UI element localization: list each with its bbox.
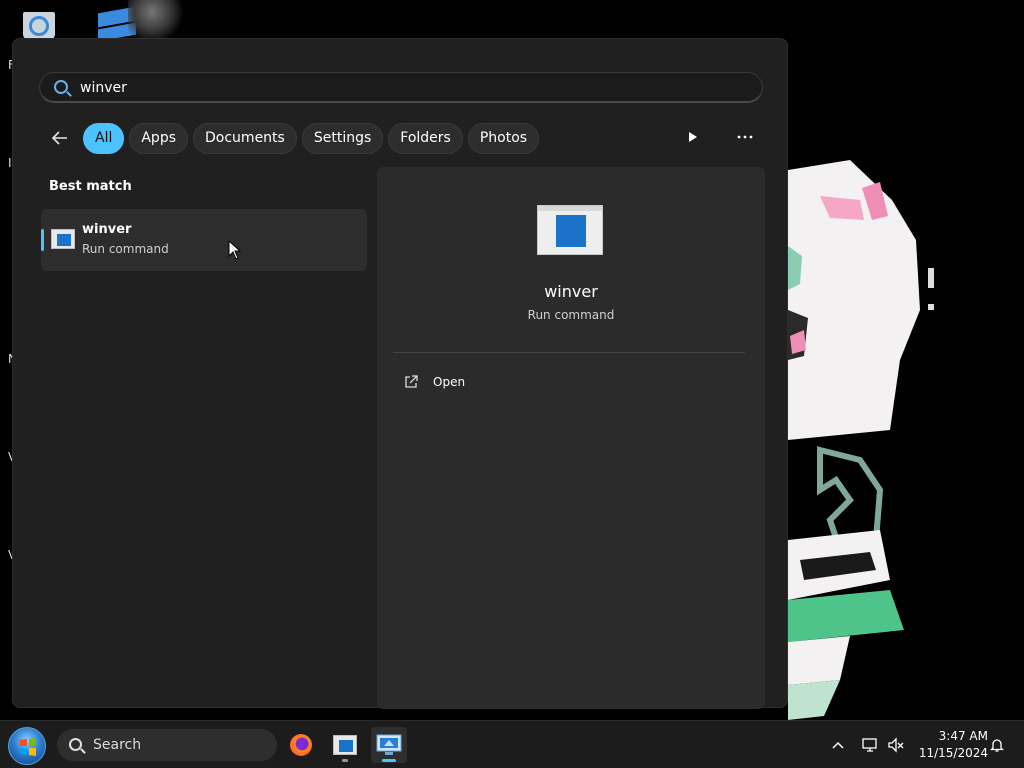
selection-indicator	[41, 229, 44, 251]
filter-bar: All Apps Documents Settings Folders Phot…	[43, 121, 544, 155]
mouse-cursor-icon	[228, 240, 242, 260]
more-options-button[interactable]	[731, 123, 759, 151]
network-icon	[862, 738, 877, 752]
running-indicator	[342, 759, 348, 762]
result-name: winver	[82, 222, 132, 237]
smoke-decoration	[128, 0, 188, 40]
firefox-icon	[290, 734, 312, 756]
result-preview-pane: winver Run command Open	[377, 167, 765, 709]
result-type: Run command	[82, 242, 169, 256]
show-hidden-icons-button[interactable]	[826, 721, 850, 768]
network-button[interactable]	[858, 721, 882, 768]
more-filters-button[interactable]	[679, 123, 707, 151]
taskbar-firefox[interactable]	[283, 727, 319, 763]
filter-chip-folders[interactable]: Folders	[388, 122, 463, 154]
preview-type: Run command	[527, 308, 615, 322]
ellipsis-icon	[737, 135, 753, 139]
chevron-up-icon	[832, 741, 844, 749]
filter-chip-documents[interactable]: Documents	[193, 122, 297, 154]
volume-muted-icon	[888, 737, 904, 753]
start-button[interactable]	[8, 727, 46, 765]
play-icon	[689, 132, 697, 142]
filter-chip-photos[interactable]: Photos	[467, 122, 540, 154]
taskbar: Search 3:47 AM 11/15/2024	[0, 720, 1024, 768]
best-match-result[interactable]: winver Run command	[41, 209, 367, 271]
winver-app-icon	[51, 229, 75, 249]
search-icon	[69, 738, 82, 751]
best-match-heading: Best match	[49, 179, 132, 194]
volume-button[interactable]	[884, 721, 908, 768]
taskbar-search-label: Search	[93, 737, 142, 753]
clock-date: 11/15/2024	[918, 746, 988, 760]
open-external-icon	[405, 375, 418, 388]
desktop-icon-label: I	[8, 156, 12, 170]
winver-app-icon	[333, 735, 357, 755]
active-indicator	[382, 759, 396, 762]
search-input[interactable]	[80, 77, 740, 99]
clock-time: 3:47 AM	[938, 729, 988, 743]
filter-chip-apps[interactable]: Apps	[129, 122, 189, 154]
search-box[interactable]	[39, 72, 763, 103]
filter-chip-all[interactable]: All	[83, 122, 125, 154]
remote-desktop-icon	[376, 734, 402, 755]
start-search-menu: All Apps Documents Settings Folders Phot…	[12, 38, 788, 709]
preview-name: winver	[544, 282, 598, 301]
back-button[interactable]	[43, 122, 77, 154]
back-arrow-icon	[51, 131, 67, 145]
search-icon	[54, 80, 68, 94]
taskbar-winver[interactable]	[327, 727, 363, 763]
bell-icon	[990, 739, 1004, 752]
taskbar-clock[interactable]: 3:47 AM 11/15/2024	[912, 728, 988, 762]
recycle-bin-icon[interactable]	[20, 4, 60, 40]
open-action-label: Open	[433, 375, 466, 389]
windows-logo-icon	[20, 738, 36, 756]
taskbar-remote-desktop[interactable]	[371, 727, 407, 763]
open-action[interactable]: Open	[393, 367, 745, 397]
winver-large-icon	[537, 205, 603, 255]
wallpaper-pixel-character	[788, 160, 934, 720]
notifications-button[interactable]	[986, 721, 1008, 768]
filter-chip-settings[interactable]: Settings	[301, 122, 384, 154]
taskbar-search[interactable]: Search	[57, 729, 277, 761]
divider	[393, 352, 745, 353]
